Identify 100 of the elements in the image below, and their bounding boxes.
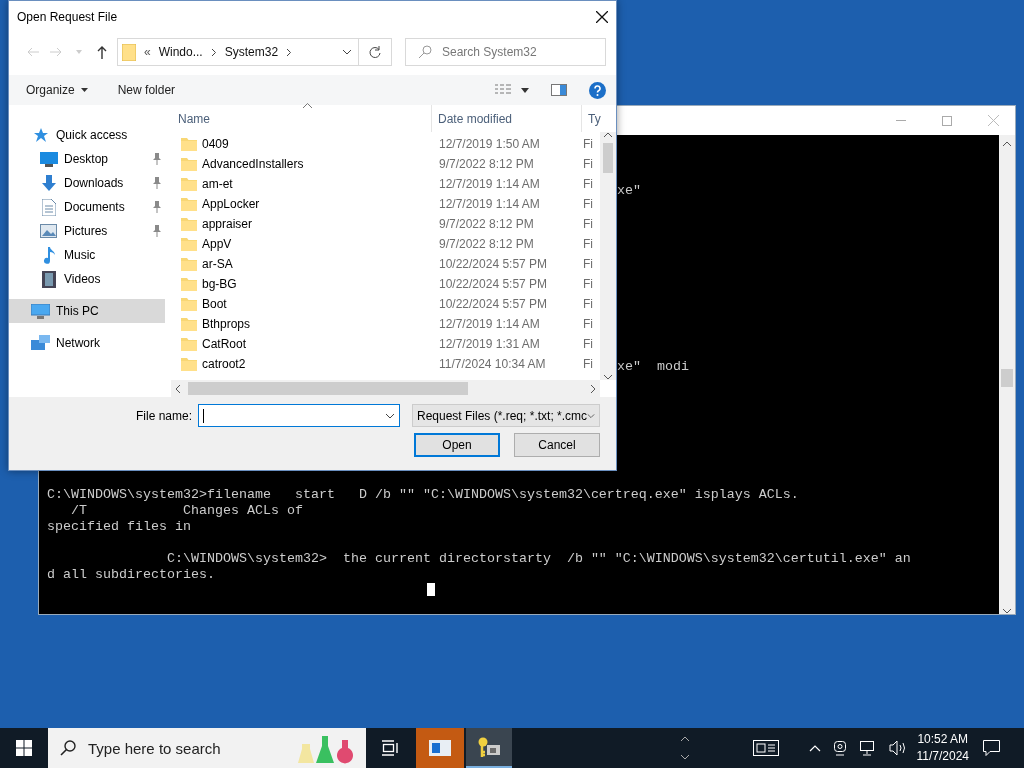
folder-icon (181, 237, 197, 251)
vertical-scrollbar[interactable] (999, 135, 1015, 614)
folder-icon (181, 357, 197, 371)
file-type: Fi (583, 157, 593, 171)
sidebar-item[interactable]: Network (9, 331, 165, 355)
horizontal-scrollbar[interactable] (171, 380, 600, 397)
network-icon[interactable] (858, 740, 877, 756)
chevron-icon[interactable] (210, 47, 217, 57)
file-row[interactable]: ar-SA 10/22/2024 5:57 PM Fi (171, 254, 600, 274)
news-icon[interactable] (752, 740, 779, 756)
file-type-dropdown[interactable]: Request Files (*.req; *.txt; *.cmc (412, 404, 600, 427)
file-row[interactable]: am-et 12/7/2019 1:14 AM Fi (171, 174, 600, 194)
file-name-field[interactable] (198, 404, 400, 427)
folder-icon (181, 297, 197, 311)
file-row[interactable]: 0409 12/7/2019 1:50 AM Fi (171, 134, 600, 154)
file-name: appraiser (202, 217, 253, 231)
file-name: AdvancedInstallers (202, 157, 304, 171)
sidebar-item[interactable]: Music (9, 243, 165, 267)
folder-icon (181, 337, 197, 351)
taskbar-search-field[interactable]: Type here to search (48, 728, 366, 768)
file-type: Fi (583, 337, 593, 351)
notification-icon[interactable] (983, 740, 1000, 756)
file-row[interactable]: Bthprops 12/7/2019 1:14 AM Fi (171, 314, 600, 334)
file-name: catroot2 (202, 357, 246, 371)
file-row[interactable]: CatRoot 12/7/2019 1:31 AM Fi (171, 334, 600, 354)
close-icon[interactable] (596, 11, 608, 23)
chevron-icon[interactable] (286, 47, 293, 57)
column-header[interactable]: Date modified (438, 111, 513, 126)
cancel-button[interactable]: Cancel (514, 433, 600, 457)
date-modified: 12/7/2019 1:31 AM (439, 337, 541, 351)
dropdown-icon (587, 412, 595, 419)
folder-icon (181, 317, 197, 331)
dropdown-icon[interactable] (385, 412, 395, 419)
caret-icon (80, 88, 88, 92)
sidebar-item[interactable]: Downloads (9, 171, 165, 195)
clock[interactable]: 10:52 AM 11/7/2024 (916, 731, 969, 765)
file-type: Fi (583, 237, 593, 251)
pc-icon (31, 303, 50, 319)
scroll-up-icon[interactable] (1003, 141, 1011, 146)
sidebar-item[interactable]: Documents (9, 195, 165, 219)
file-type: Fi (583, 317, 593, 331)
file-type: Fi (583, 297, 593, 311)
date-modified: 10/22/2024 5:57 PM (439, 297, 549, 311)
scroll-thumb[interactable] (188, 382, 468, 395)
column-header[interactable]: Name (178, 111, 210, 126)
scroll-thumb[interactable] (1001, 368, 1013, 387)
file-name: am-et (202, 177, 233, 191)
scroll-down-icon[interactable] (604, 375, 612, 380)
console-line: specified files in (47, 519, 192, 535)
preview-pane-icon[interactable] (551, 84, 567, 96)
sidebar-item[interactable]: Desktop (9, 147, 165, 171)
up-arrow-icon[interactable] (96, 45, 107, 59)
file-row[interactable]: AdvancedInstallers 9/7/2022 8:12 PM Fi (171, 154, 600, 174)
sidebar-item[interactable]: This PC (9, 299, 165, 323)
column-header[interactable]: Ty (582, 111, 601, 126)
scroll-up-icon[interactable] (604, 132, 612, 137)
folder-icon (122, 43, 136, 61)
caret-icon[interactable] (521, 87, 529, 93)
overflow-icon[interactable]: « (144, 45, 151, 59)
sidebar-item[interactable]: Pictures (9, 219, 165, 243)
taskbar-app[interactable] (416, 728, 464, 768)
breadcrumb-item[interactable]: System32 (224, 45, 279, 59)
volume-icon[interactable] (888, 740, 907, 756)
file-name: ar-SA (202, 257, 233, 271)
file-row[interactable]: bg-BG 10/22/2024 5:57 PM Fi (171, 274, 600, 294)
webcam-icon[interactable] (832, 740, 847, 756)
sidebar-item[interactable]: Videos (9, 267, 165, 291)
vertical-scrollbar[interactable] (600, 132, 616, 380)
help-icon[interactable] (589, 81, 606, 99)
file-row[interactable]: Boot 10/22/2024 5:57 PM Fi (171, 294, 600, 314)
scroll-down-icon[interactable] (679, 754, 690, 760)
open-button[interactable]: Open (414, 433, 500, 457)
chevron-up-icon[interactable] (808, 744, 821, 752)
breadcrumb-item[interactable]: Windo... (158, 45, 203, 59)
new-folder-button[interactable]: New folder (117, 83, 176, 97)
date-modified: 12/7/2019 1:50 AM (439, 137, 541, 151)
address-bar[interactable]: « Windo... System32 (117, 38, 359, 66)
start-icon[interactable] (16, 740, 32, 756)
scroll-right-icon[interactable] (591, 384, 596, 393)
document-icon (39, 198, 58, 216)
file-name: 0409 (202, 137, 229, 151)
search-field[interactable]: Search System32 (405, 38, 606, 66)
organize-button[interactable]: Organize (26, 83, 88, 97)
dialog-title: Open Request File (17, 10, 119, 24)
file-type: Fi (583, 277, 593, 291)
taskbar-app[interactable] (466, 728, 512, 768)
task-view-icon[interactable] (382, 740, 400, 756)
scroll-up-icon[interactable] (679, 736, 690, 742)
file-name: AppV (202, 237, 232, 251)
scroll-down-icon[interactable] (1003, 609, 1011, 614)
file-row[interactable]: AppV 9/7/2022 8:12 PM Fi (171, 234, 600, 254)
scroll-thumb[interactable] (603, 143, 613, 173)
refresh-icon[interactable] (369, 46, 381, 58)
sidebar-item[interactable]: Quick access (9, 123, 165, 147)
dropdown-icon[interactable] (342, 49, 352, 55)
file-row[interactable]: AppLocker 12/7/2019 1:14 AM Fi (171, 194, 600, 214)
file-row[interactable]: appraiser 9/7/2022 8:12 PM Fi (171, 214, 600, 234)
file-row[interactable]: catroot2 11/7/2024 10:34 AM Fi (171, 354, 600, 374)
desktop-icon (39, 151, 58, 167)
scroll-left-icon[interactable] (175, 384, 180, 393)
